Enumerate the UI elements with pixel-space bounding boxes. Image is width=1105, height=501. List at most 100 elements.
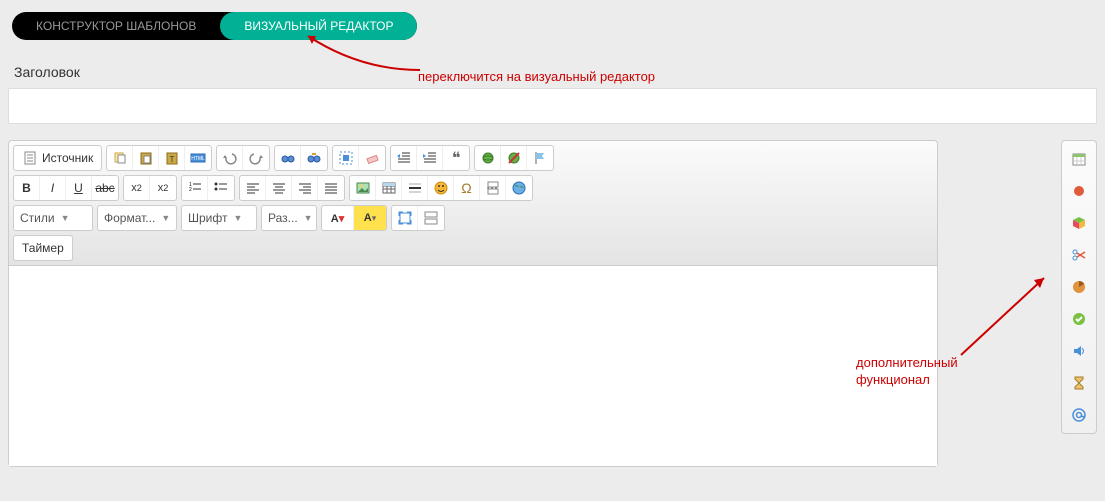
- tab-constructor[interactable]: КОНСТРУКТОР ШАБЛОНОВ: [12, 12, 220, 40]
- bg-color-icon: A: [364, 212, 372, 224]
- underline-button[interactable]: U: [66, 176, 92, 200]
- bold-button[interactable]: B: [14, 176, 40, 200]
- package-icon: [1071, 215, 1087, 231]
- side-toolbar: [1061, 140, 1097, 434]
- side-email-button[interactable]: [1065, 403, 1093, 427]
- check-circle-icon: [1071, 311, 1087, 327]
- indent-button[interactable]: [417, 146, 443, 170]
- side-calendar-button[interactable]: [1065, 147, 1093, 171]
- select-all-button[interactable]: [333, 146, 359, 170]
- image-icon: [355, 180, 371, 196]
- page-break-icon: [485, 180, 501, 196]
- scissors-icon: [1071, 247, 1087, 263]
- side-chart-button[interactable]: [1065, 275, 1093, 299]
- numbered-list-button[interactable]: 12: [182, 176, 208, 200]
- text-color-button[interactable]: A▾: [322, 206, 354, 230]
- calendar-icon: [1071, 151, 1087, 167]
- align-center-icon: [271, 180, 287, 196]
- font-dropdown[interactable]: Шрифт▼: [181, 205, 257, 231]
- paste-html-button[interactable]: HTML: [185, 146, 211, 170]
- outdent-button[interactable]: [391, 146, 417, 170]
- align-justify-button[interactable]: [318, 176, 344, 200]
- special-char-button[interactable]: Ω: [454, 176, 480, 200]
- align-right-icon: [297, 180, 313, 196]
- show-blocks-button[interactable]: [418, 206, 444, 230]
- align-right-button[interactable]: [292, 176, 318, 200]
- wysiwyg-editor: Источник T HTML: [8, 140, 938, 467]
- find-button[interactable]: [275, 146, 301, 170]
- timer-button[interactable]: Таймер: [14, 236, 72, 260]
- hr-button[interactable]: [402, 176, 428, 200]
- document-icon: [22, 150, 38, 166]
- side-check-button[interactable]: [1065, 307, 1093, 331]
- editor-content[interactable]: [9, 266, 937, 466]
- unlink-button[interactable]: [501, 146, 527, 170]
- side-timer-button[interactable]: [1065, 371, 1093, 395]
- iframe-button[interactable]: [506, 176, 532, 200]
- select-all-icon: [338, 150, 354, 166]
- quote-icon: ❝: [452, 148, 461, 168]
- align-left-button[interactable]: [240, 176, 266, 200]
- title-input[interactable]: [8, 88, 1097, 124]
- svg-text:HTML: HTML: [191, 156, 205, 162]
- svg-text:2: 2: [189, 187, 192, 193]
- image-button[interactable]: [350, 176, 376, 200]
- mode-tabs: КОНСТРУКТОР ШАБЛОНОВ ВИЗУАЛЬНЫЙ РЕДАКТОР: [12, 12, 417, 40]
- bullet-list-button[interactable]: [208, 176, 234, 200]
- size-dropdown[interactable]: Раз...▼: [261, 205, 317, 231]
- copy-icon: [112, 150, 128, 166]
- italic-button[interactable]: I: [40, 176, 66, 200]
- undo-button[interactable]: [217, 146, 243, 170]
- bg-color-button[interactable]: A▾: [354, 206, 386, 230]
- smiley-icon: [433, 180, 449, 196]
- flag-icon: [532, 150, 548, 166]
- tab-visual-editor[interactable]: ВИЗУАЛЬНЫЙ РЕДАКТОР: [220, 12, 417, 40]
- replace-button[interactable]: [301, 146, 327, 170]
- smiley-button[interactable]: [428, 176, 454, 200]
- at-icon: [1071, 407, 1087, 423]
- side-sound-button[interactable]: [1065, 339, 1093, 363]
- anchor-button[interactable]: [527, 146, 553, 170]
- globe-link-icon: [480, 150, 496, 166]
- globe-icon: [511, 180, 527, 196]
- omega-icon: Ω: [461, 180, 471, 196]
- redo-button[interactable]: [243, 146, 269, 170]
- styles-label: Стили: [20, 211, 55, 225]
- align-center-button[interactable]: [266, 176, 292, 200]
- remove-format-button[interactable]: [359, 146, 385, 170]
- paste-button[interactable]: [133, 146, 159, 170]
- superscript-button[interactable]: x2: [150, 176, 176, 200]
- undo-icon: [222, 150, 238, 166]
- replace-icon: [306, 150, 322, 166]
- unlink-icon: [506, 150, 522, 166]
- strike-button[interactable]: abc: [92, 176, 118, 200]
- source-label: Источник: [42, 151, 93, 165]
- side-brush-button[interactable]: [1065, 179, 1093, 203]
- paste-text-button[interactable]: T: [159, 146, 185, 170]
- side-scissors-button[interactable]: [1065, 243, 1093, 267]
- html-icon: HTML: [190, 150, 206, 166]
- styles-dropdown[interactable]: Стили▼: [13, 205, 93, 231]
- maximize-button[interactable]: [392, 206, 418, 230]
- copy-button[interactable]: [107, 146, 133, 170]
- source-button[interactable]: Источник: [14, 146, 101, 170]
- subscript-button[interactable]: x2: [124, 176, 150, 200]
- blockquote-button[interactable]: ❝: [443, 146, 469, 170]
- hr-icon: [407, 180, 423, 196]
- format-label: Формат...: [104, 211, 155, 225]
- align-justify-icon: [323, 180, 339, 196]
- maximize-icon: [397, 210, 413, 226]
- timer-label: Таймер: [22, 241, 64, 255]
- annotation-extra: дополнительныйфункционал: [856, 355, 958, 389]
- redo-icon: [248, 150, 264, 166]
- side-module-button[interactable]: [1065, 211, 1093, 235]
- page-break-button[interactable]: [480, 176, 506, 200]
- link-button[interactable]: [475, 146, 501, 170]
- outdent-icon: [396, 150, 412, 166]
- ul-icon: [213, 180, 229, 196]
- eraser-icon: [364, 150, 380, 166]
- text-color-icon: A▾: [331, 212, 344, 225]
- speaker-icon: [1071, 343, 1087, 359]
- table-button[interactable]: [376, 176, 402, 200]
- format-dropdown[interactable]: Формат...▼: [97, 205, 177, 231]
